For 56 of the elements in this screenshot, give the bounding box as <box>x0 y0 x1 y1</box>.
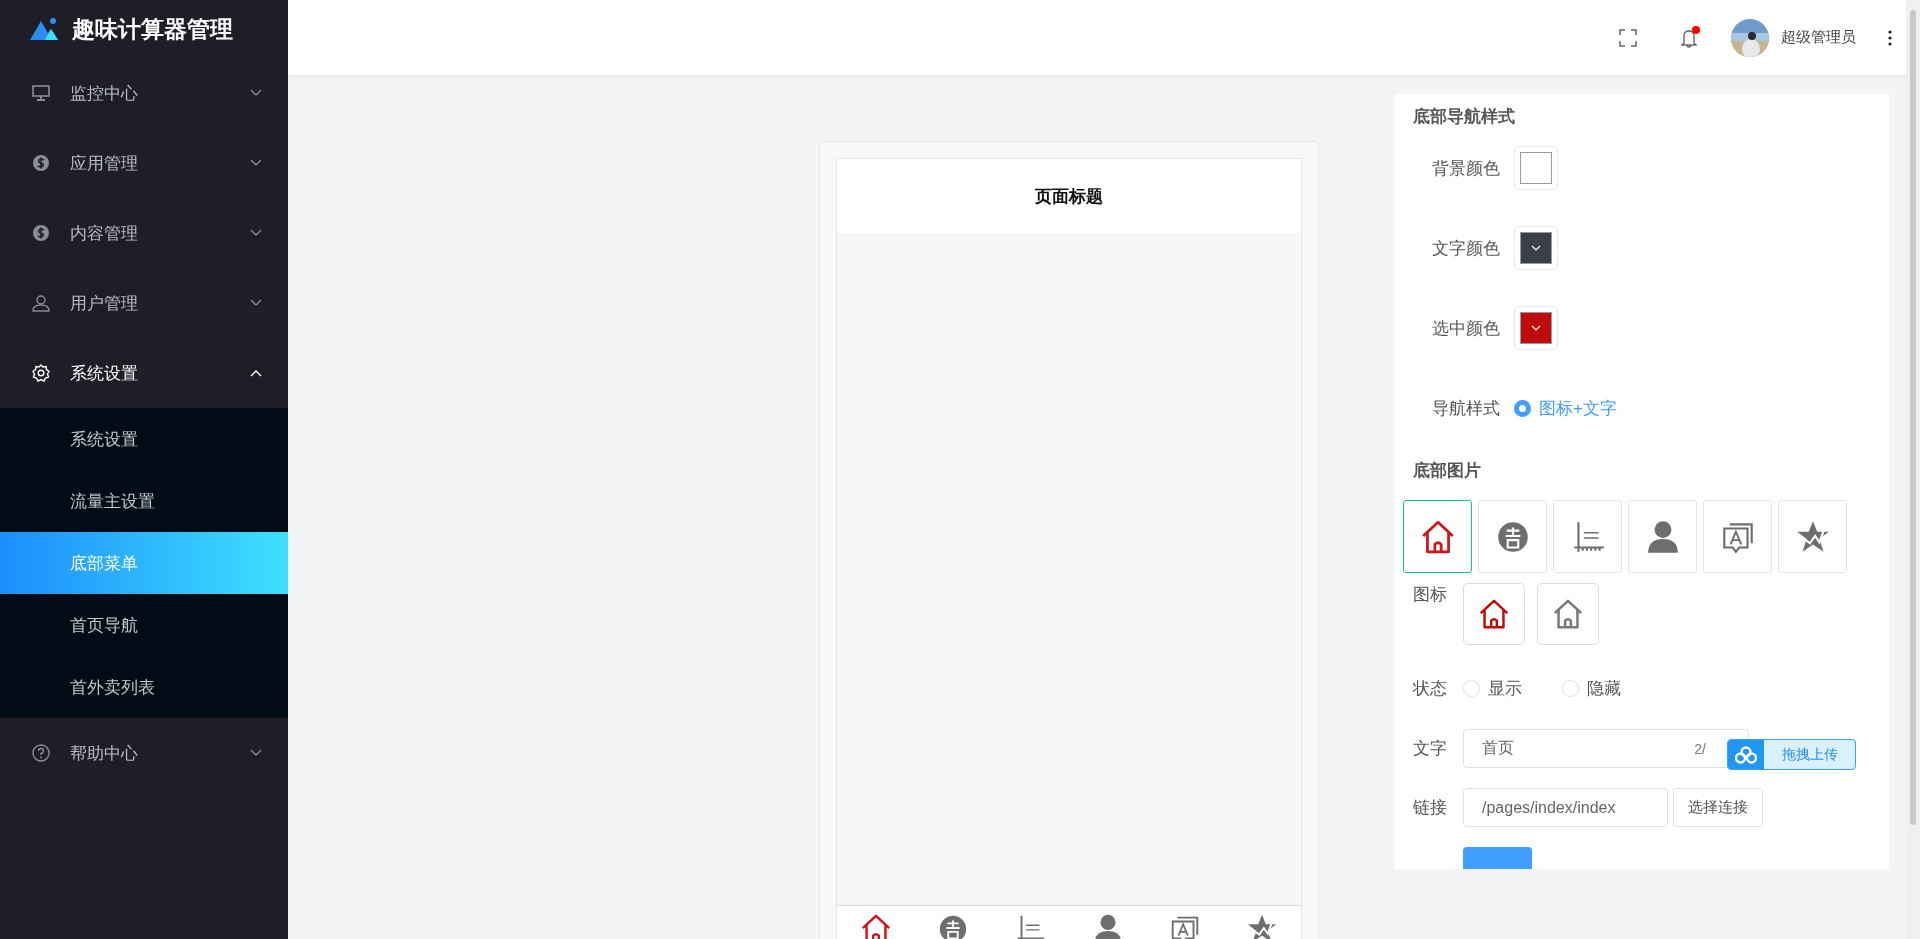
radio-label[interactable]: 显示 <box>1488 676 1522 700</box>
scrollbar-thumb[interactable] <box>1910 10 1916 825</box>
field-label: 背景颜色 <box>1431 157 1501 180</box>
cloud-icon <box>1735 745 1757 764</box>
page-title: 页面标题 <box>837 159 1301 233</box>
menu-item[interactable]: 帮助中心 <box>0 718 288 788</box>
radio-button[interactable] <box>1514 399 1531 417</box>
char-counter: 2/ <box>1694 740 1706 757</box>
chevron-down-icon <box>250 89 262 97</box>
icon-upload-tile[interactable] <box>1537 583 1599 645</box>
color-picker[interactable] <box>1514 306 1558 350</box>
menu-item[interactable]: 应用管理 <box>0 128 288 198</box>
bell-icon[interactable] <box>1681 27 1697 48</box>
icon-tile[interactable] <box>1403 500 1472 573</box>
field-value: 首页 <box>1482 738 1514 758</box>
dollar-icon <box>32 224 50 242</box>
field-label: 文字颜色 <box>1431 237 1501 260</box>
chevron-down-icon <box>1531 325 1541 331</box>
menu-item[interactable]: 监控中心 <box>0 58 288 128</box>
field-label: 链接 <box>1413 797 1448 819</box>
section-title: 底部图片 <box>1413 460 1482 482</box>
field-label: 图标 <box>1413 584 1448 606</box>
dollar-icon <box>32 154 50 172</box>
section-title: 底部导航样式 <box>1413 106 1516 128</box>
field-label: 文字 <box>1413 738 1448 760</box>
submenu-item[interactable]: 流量主设置 <box>0 470 288 532</box>
user-icon <box>32 294 50 312</box>
field-label: 导航样式 <box>1431 397 1501 420</box>
submenu-item[interactable]: 首外卖列表 <box>0 656 288 718</box>
menu-item[interactable]: 系统设置 <box>0 338 288 408</box>
select-link-button[interactable]: 选择连接 <box>1673 788 1763 827</box>
icon-upload-tile[interactable] <box>1463 583 1525 645</box>
menu-item[interactable]: 用户管理 <box>0 268 288 338</box>
settings-icon <box>32 364 50 382</box>
more-icon[interactable] <box>1888 29 1892 46</box>
chevron-down-icon <box>250 749 262 757</box>
chevron-down-icon <box>250 159 262 167</box>
color-picker[interactable] <box>1514 226 1558 270</box>
menu-item[interactable]: 内容管理 <box>0 198 288 268</box>
app-title: 趣味计算器管理 <box>72 14 233 44</box>
chevron-down-icon <box>250 299 262 307</box>
chevron-down-icon <box>250 229 262 237</box>
chevron-down-icon <box>1531 245 1541 251</box>
color-picker[interactable] <box>1514 146 1558 190</box>
link-field[interactable]: /pages/index/index <box>1463 788 1668 827</box>
submenu-item[interactable]: 系统设置 <box>0 408 288 470</box>
field-label: 状态 <box>1413 677 1448 700</box>
chevron-up-icon <box>250 369 262 377</box>
fullscreen-icon[interactable] <box>1619 28 1637 47</box>
field-label: 选中颜色 <box>1431 317 1501 340</box>
submenu-item[interactable]: 首页导航 <box>0 594 288 656</box>
monitor-icon <box>32 84 50 102</box>
radio-label[interactable]: 隐藏 <box>1587 676 1621 700</box>
user-name[interactable]: 超级管理员 <box>1781 28 1856 47</box>
help-icon <box>32 744 50 762</box>
logo-icon <box>30 17 58 41</box>
